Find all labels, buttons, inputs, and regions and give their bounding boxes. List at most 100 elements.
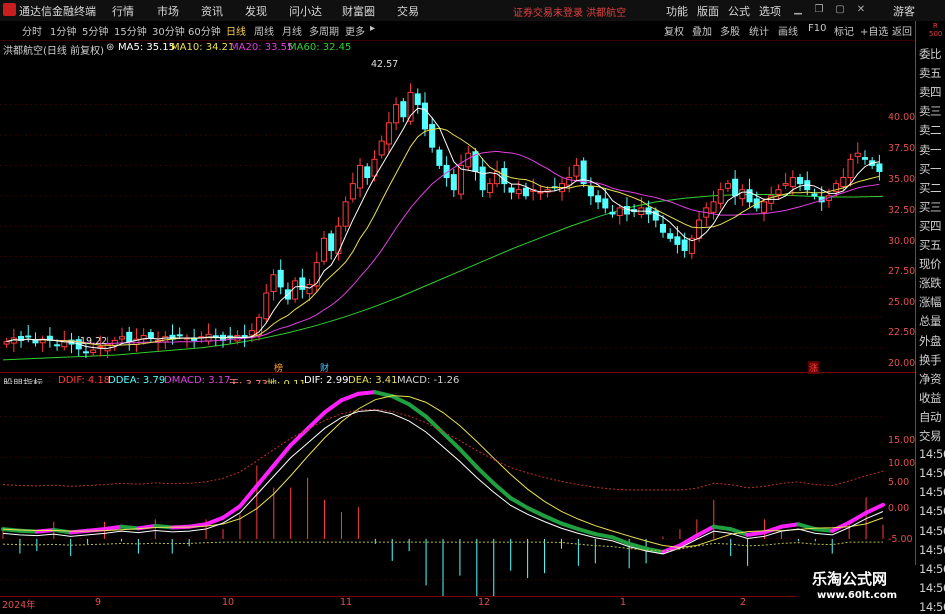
menu-market[interactable]: 市场 [157, 3, 179, 19]
pane-divider [0, 372, 915, 373]
restore-icon[interactable]: ❐ [813, 4, 825, 16]
menu-options[interactable]: 选项 [759, 3, 781, 19]
menu-ask[interactable]: 问小达 [289, 3, 322, 19]
candle-body [364, 166, 371, 179]
candle-body [436, 149, 443, 166]
candle-body [667, 233, 674, 239]
side-panel-item: 总量 [919, 314, 942, 329]
tool-multi-stock[interactable]: 多股 [720, 23, 740, 38]
candle-body [299, 277, 306, 290]
side-panel-item: 卖三 [919, 104, 942, 119]
period-tab-15min[interactable]: 15分钟 [114, 23, 147, 38]
period-tab-60min[interactable]: 60分钟 [188, 23, 221, 38]
candle-body [522, 187, 529, 197]
side-panel-item: 自动 [919, 409, 942, 424]
maximize-icon[interactable]: ▢ [834, 4, 846, 16]
indicator-chart[interactable] [0, 384, 915, 596]
tool-statistics[interactable]: 统计 [749, 23, 769, 38]
candle-body [378, 140, 385, 156]
price-axis-label: 32.50 [888, 205, 916, 216]
candle-body [342, 201, 349, 227]
candle-body [681, 239, 688, 251]
period-tab-monthly[interactable]: 月线 [282, 23, 302, 38]
candle-body [595, 195, 602, 203]
period-tab-multi[interactable]: 多周期 [309, 23, 339, 38]
menu-functions[interactable]: 功能 [666, 3, 688, 19]
ddif-segment [813, 527, 835, 533]
candle-body [277, 269, 284, 288]
period-tab-more-arrow-icon[interactable]: ▸ [370, 23, 375, 34]
tool-overlay[interactable]: 叠加 [692, 23, 712, 38]
price-axis-label: 27.50 [888, 266, 916, 277]
price-axis-label: 22.50 [888, 327, 916, 338]
r-value: 500 [929, 30, 943, 38]
candle-body [602, 198, 609, 209]
candle-body [320, 237, 328, 262]
period-tab-5min[interactable]: 5分钟 [82, 23, 108, 38]
side-panel-item: 交易 [919, 429, 942, 443]
candle-body [775, 189, 782, 195]
date-label: 2 [740, 597, 747, 608]
period-tab-30min[interactable]: 30分钟 [152, 23, 185, 38]
candle-body [357, 164, 364, 189]
tool-mark[interactable]: 标记 [834, 23, 854, 38]
period-tab-1min[interactable]: 1分钟 [50, 23, 76, 38]
candle-body [147, 332, 154, 339]
period-tab-weekly[interactable]: 周线 [254, 23, 274, 38]
side-panel-item: 买三 [919, 199, 942, 214]
date-label: 12 [478, 597, 491, 608]
candle-body [789, 177, 796, 188]
macd-axis-label: -5.00 [888, 534, 913, 545]
menu-discover[interactable]: 发现 [245, 3, 267, 19]
price-axis-label: 30.00 [888, 236, 916, 247]
period-tab-more[interactable]: 更多 [345, 23, 365, 38]
side-panel-item: 卖二 [919, 123, 942, 138]
candle-body [371, 158, 378, 177]
candle-body [3, 341, 10, 345]
date-axis-line [0, 596, 915, 597]
tool-add-favorite[interactable]: +自选 [860, 23, 888, 38]
menu-news[interactable]: 资讯 [201, 3, 223, 19]
price-chart[interactable] [0, 56, 915, 372]
close-icon[interactable]: ✕ [855, 4, 867, 16]
candle-body [508, 187, 515, 193]
candle-body [421, 102, 428, 130]
candle-body [724, 183, 731, 189]
side-panel-item: 14:56 [919, 542, 945, 557]
period-tab-intraday[interactable]: 分时 [22, 23, 42, 38]
side-panel-item: 买二 [919, 180, 942, 195]
ddif-segment [711, 524, 733, 532]
price-axis-label: 25.00 [888, 297, 916, 308]
side-panel-item: 卖五 [919, 66, 942, 81]
candle-body [717, 189, 724, 204]
date-label: 9 [95, 597, 102, 608]
login-status[interactable]: 证券交易未登录 洪都航空 [513, 4, 626, 19]
tool-f10[interactable]: F10 [808, 23, 826, 34]
tool-adjust[interactable]: 复权 [664, 23, 684, 38]
tool-back[interactable]: 返回 [892, 23, 912, 38]
app-title: 通达信金融终端 [19, 5, 96, 18]
menu-wealth-circle[interactable]: 财富圈 [342, 3, 375, 19]
period-tab-daily[interactable]: 日线 [226, 23, 246, 38]
guest-label[interactable]: 游客 [893, 3, 915, 19]
menu-trade[interactable]: 交易 [397, 3, 419, 19]
settings-gear-icon[interactable]: ⊛ [106, 42, 114, 53]
side-panel-item: 14:56 [919, 599, 945, 614]
candle-body [623, 205, 630, 215]
candle-body [118, 336, 126, 340]
candle-body [414, 93, 421, 106]
candle-body [854, 152, 861, 157]
candle-body [385, 122, 392, 145]
ma10-value: MA10: 34.21 [171, 42, 235, 53]
watermark-title: 乐淘公式网 [812, 570, 888, 588]
menu-layout[interactable]: 版面 [697, 3, 719, 19]
minimize-icon[interactable]: ▁ [792, 4, 804, 16]
side-panel-item: 涨跌 [919, 276, 942, 291]
menu-quotes[interactable]: 行情 [112, 3, 134, 19]
menu-formula[interactable]: 公式 [728, 3, 750, 19]
date-label: 10 [222, 597, 235, 608]
watermark-url: www.60lt.com [817, 590, 898, 601]
candle-body [696, 219, 703, 239]
side-panel-item: 14:56 [919, 504, 945, 519]
tool-draw-line[interactable]: 画线 [778, 23, 798, 38]
